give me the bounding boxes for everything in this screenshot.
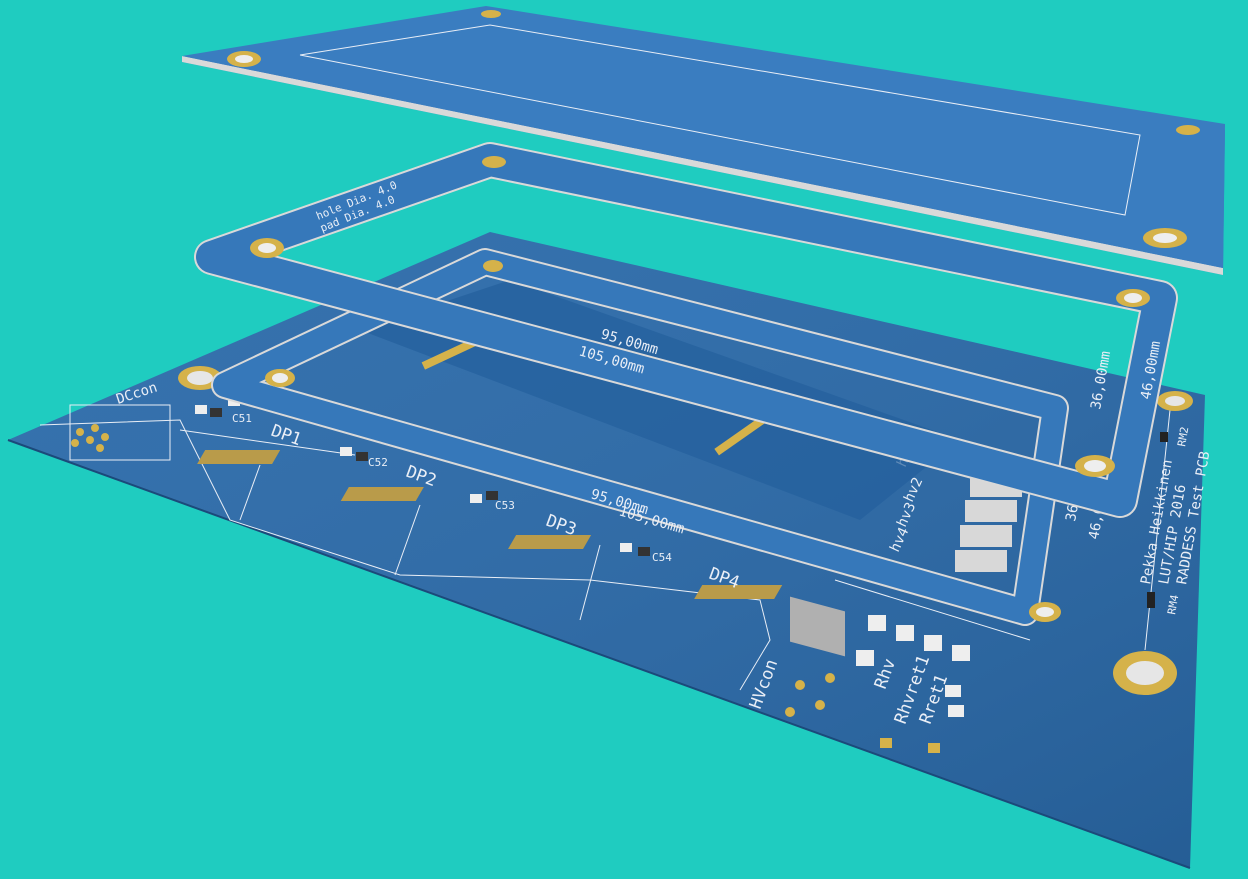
mount-hole xyxy=(1113,651,1177,695)
c52-label: C52 xyxy=(368,456,388,469)
c53-label: C53 xyxy=(495,499,515,512)
c51-label: C51 xyxy=(232,412,252,425)
mount-hole xyxy=(1157,391,1193,411)
c54-label: C54 xyxy=(652,551,672,564)
pcb-3d-render: DCcon DP1 DP2 DP3 DP4 C51 C52 C53 C54 HV… xyxy=(7,6,1225,869)
rm2-resistor xyxy=(1160,432,1168,442)
top-cover-board xyxy=(182,6,1225,275)
rm4-resistor xyxy=(1147,592,1155,608)
